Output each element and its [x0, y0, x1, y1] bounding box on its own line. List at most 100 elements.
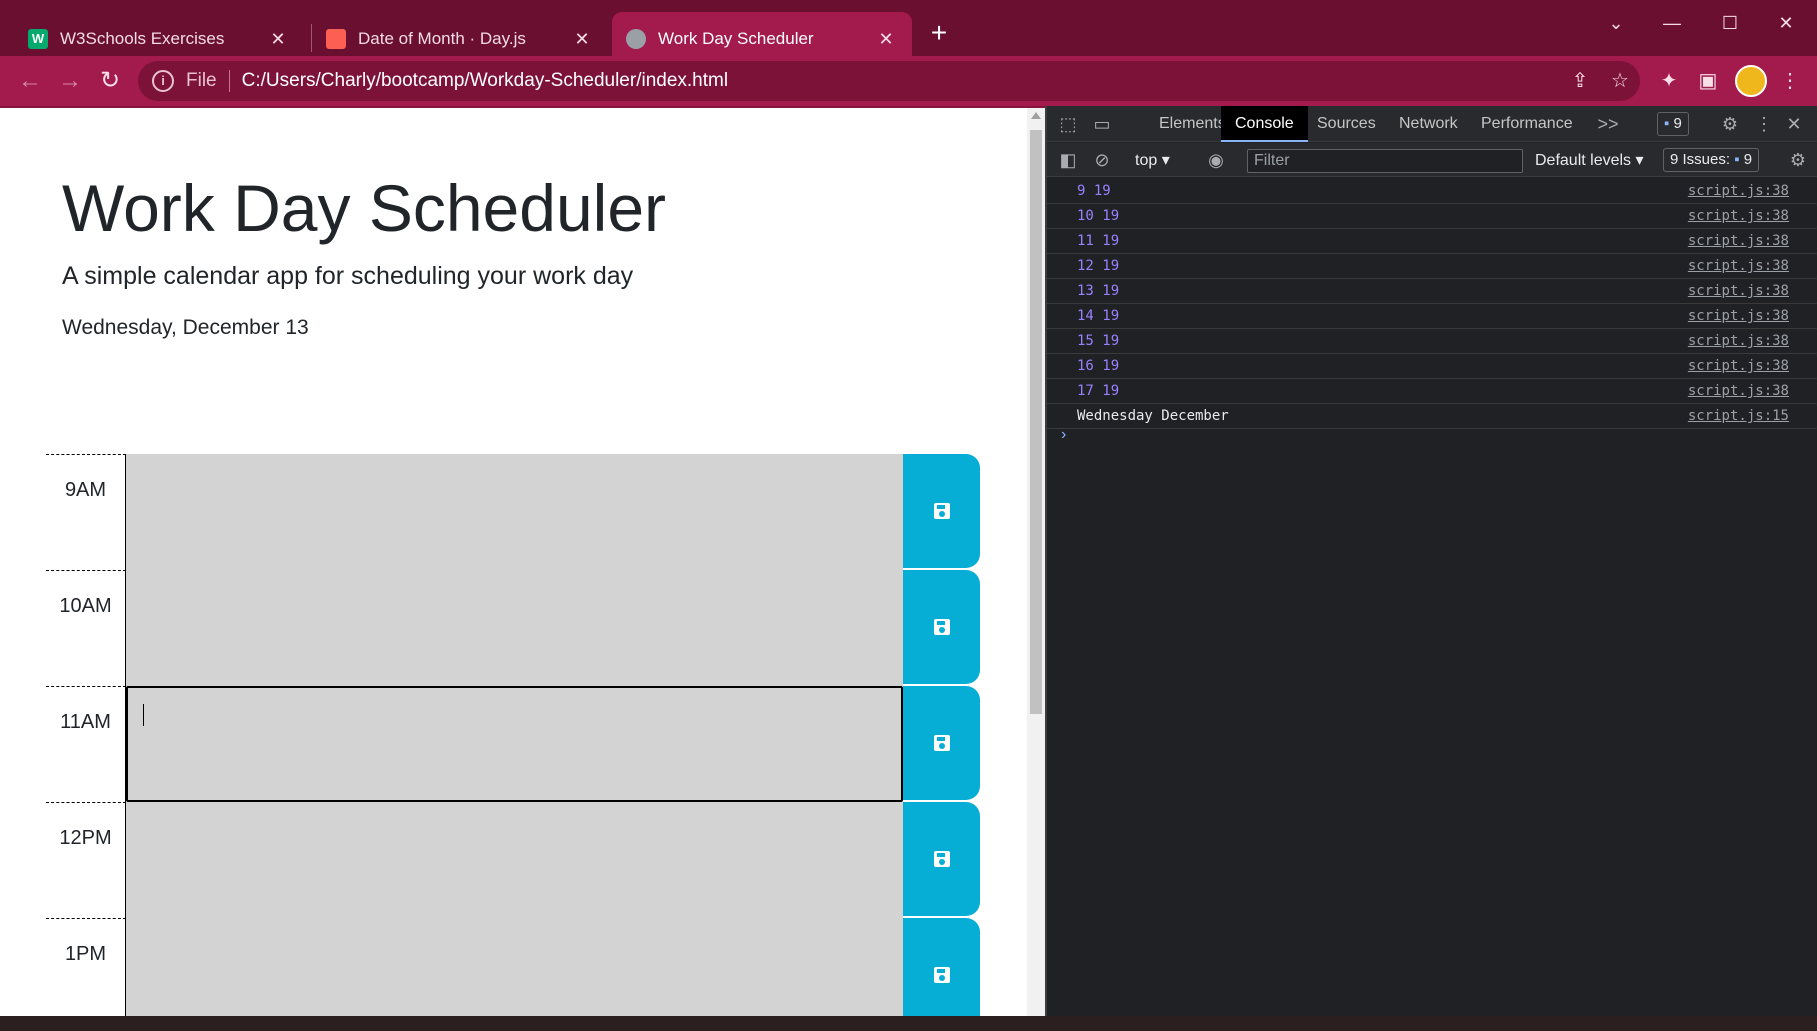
dayjs-favicon-icon [326, 29, 346, 49]
console-source-link[interactable]: script.js:38 [1688, 254, 1789, 279]
log-levels-dropdown[interactable]: Default levels ▾ [1535, 150, 1644, 170]
save-button[interactable] [903, 454, 980, 568]
console-prompt[interactable]: › [1061, 426, 1066, 444]
page-viewport: Work Day Scheduler A simple calendar app… [0, 106, 1045, 1016]
console-message-text: 11 19 [1077, 233, 1120, 249]
event-description-input-focused[interactable] [126, 686, 903, 802]
floppy-disk-icon [933, 735, 950, 751]
context-selector[interactable]: top ▾ [1135, 150, 1170, 170]
close-tab-icon[interactable]: ✕ [266, 29, 290, 50]
console-message-row: Wednesday December script.js:15 [1047, 404, 1817, 429]
inspect-element-icon[interactable]: ⬚ [1055, 112, 1081, 136]
console-source-link[interactable]: script.js:38 [1688, 379, 1789, 404]
console-source-link[interactable]: script.js:38 [1688, 179, 1789, 204]
floppy-disk-icon [933, 851, 950, 867]
console-source-link[interactable]: script.js:38 [1688, 329, 1789, 354]
url-scheme: File [186, 70, 217, 91]
floppy-disk-icon [933, 503, 950, 519]
console-message-row: 16 19 script.js:38 [1047, 354, 1817, 379]
url-divider [228, 70, 230, 92]
bookmark-star-icon[interactable]: ☆ [1606, 67, 1634, 95]
message-icon: ▪ [1664, 115, 1674, 132]
w3schools-favicon-icon: W [28, 29, 48, 49]
scroll-up-icon[interactable] [1031, 112, 1041, 119]
devtools-tab-performance[interactable]: Performance [1467, 106, 1587, 142]
live-expression-eye-icon[interactable]: ◉ [1203, 148, 1229, 172]
close-tab-icon[interactable]: ✕ [570, 29, 594, 50]
save-button[interactable] [903, 570, 980, 684]
scrollbar-thumb[interactable] [1030, 130, 1042, 714]
minimize-icon[interactable]: — [1644, 8, 1700, 38]
console-message-row: 17 19 script.js:38 [1047, 379, 1817, 404]
console-source-link[interactable]: script.js:38 [1688, 229, 1789, 254]
clear-console-icon[interactable]: ⊘ [1089, 148, 1115, 172]
console-message-text: 13 19 [1077, 283, 1120, 299]
event-description-input[interactable] [126, 454, 903, 570]
tab-title: Work Day Scheduler [658, 29, 814, 48]
console-source-link[interactable]: script.js:38 [1688, 304, 1789, 329]
context-label: top [1135, 152, 1158, 169]
reload-icon[interactable]: ↻ [92, 63, 128, 99]
info-icon[interactable]: i [152, 70, 174, 92]
current-day: Wednesday, December 13 [62, 316, 309, 339]
log-levels-label: Default levels [1535, 152, 1632, 169]
floppy-disk-icon [933, 967, 950, 983]
event-description-input[interactable] [126, 918, 903, 1016]
console-message-text: 10 19 [1077, 208, 1120, 224]
event-description-input[interactable] [126, 802, 903, 918]
page-scrollbar[interactable] [1027, 108, 1045, 1016]
maximize-icon[interactable]: ☐ [1702, 8, 1758, 38]
console-settings-icon[interactable]: ⚙ [1785, 148, 1811, 172]
devtools-menu-icon[interactable]: ⋮ [1751, 112, 1777, 136]
issues-label: 9 Issues: [1670, 151, 1731, 168]
devtools-tab-network[interactable]: Network [1385, 106, 1472, 142]
extensions-icon[interactable]: ✦ [1655, 67, 1683, 95]
console-source-link[interactable]: script.js:38 [1688, 204, 1789, 229]
console-source-link[interactable]: script.js:38 [1688, 279, 1789, 304]
more-tabs-icon[interactable]: >> [1595, 112, 1621, 136]
side-panel-icon[interactable]: ▣ [1694, 67, 1722, 95]
profile-avatar[interactable] [1735, 65, 1767, 97]
tab-title: Date of Month · Day.js [358, 29, 526, 48]
time-block-row: 11AM [46, 686, 980, 802]
devtools-tab-sources[interactable]: Sources [1303, 106, 1390, 142]
close-tab-icon[interactable]: ✕ [874, 29, 898, 50]
menu-kebab-icon[interactable]: ⋮ [1776, 67, 1804, 95]
tab-title: W3Schools Exercises [60, 29, 225, 48]
console-source-link[interactable]: script.js:15 [1688, 404, 1789, 429]
console-filter-input[interactable]: Filter [1247, 149, 1523, 173]
event-description-input[interactable] [126, 570, 903, 686]
share-icon[interactable]: ⇪ [1566, 67, 1594, 95]
console-message-text: 15 19 [1077, 333, 1120, 349]
tab-search-icon[interactable]: ⌄ [1588, 8, 1644, 38]
issues-badge[interactable]: ▪ 9 [1657, 112, 1689, 136]
hour-label: 12PM [46, 802, 126, 918]
forward-icon[interactable]: → [52, 63, 88, 99]
floppy-disk-icon [933, 619, 950, 635]
close-window-icon[interactable]: ✕ [1758, 8, 1814, 38]
console-message-text: 12 19 [1077, 258, 1120, 274]
hour-label: 9AM [46, 454, 126, 570]
save-button[interactable] [903, 802, 980, 916]
issues-button[interactable]: 9 Issues: ▪ 9 [1663, 148, 1760, 172]
save-button[interactable] [903, 686, 980, 800]
save-button[interactable] [903, 918, 980, 1016]
issues-count: 9 [1743, 151, 1753, 168]
url-text[interactable]: C:/Users/Charly/bootcamp/Workday-Schedul… [242, 70, 728, 92]
console-source-link[interactable]: script.js:38 [1688, 354, 1789, 379]
browser-toolbar: ← → ↻ i File C:/Users/Charly/bootcamp/Wo… [0, 56, 1817, 106]
settings-gear-icon[interactable]: ⚙ [1717, 112, 1743, 136]
console-message-text: 17 19 [1077, 383, 1120, 399]
console-message-row: 11 19 script.js:38 [1047, 229, 1817, 254]
devtools-tab-console[interactable]: Console [1221, 106, 1308, 142]
back-icon[interactable]: ← [12, 63, 48, 99]
address-bar[interactable]: i File C:/Users/Charly/bootcamp/Workday-… [138, 61, 1640, 101]
console-message-row: 12 19 script.js:38 [1047, 254, 1817, 279]
close-devtools-icon[interactable]: ✕ [1781, 112, 1807, 136]
device-toolbar-icon[interactable]: ▭ [1089, 112, 1115, 136]
hour-label: 10AM [46, 570, 126, 686]
console-message-row: 10 19 script.js:38 [1047, 204, 1817, 229]
new-tab-button[interactable]: + [922, 16, 956, 50]
console-message-row: 9 19 script.js:38 [1047, 179, 1817, 204]
sidebar-toggle-icon[interactable]: ◧ [1055, 148, 1081, 172]
